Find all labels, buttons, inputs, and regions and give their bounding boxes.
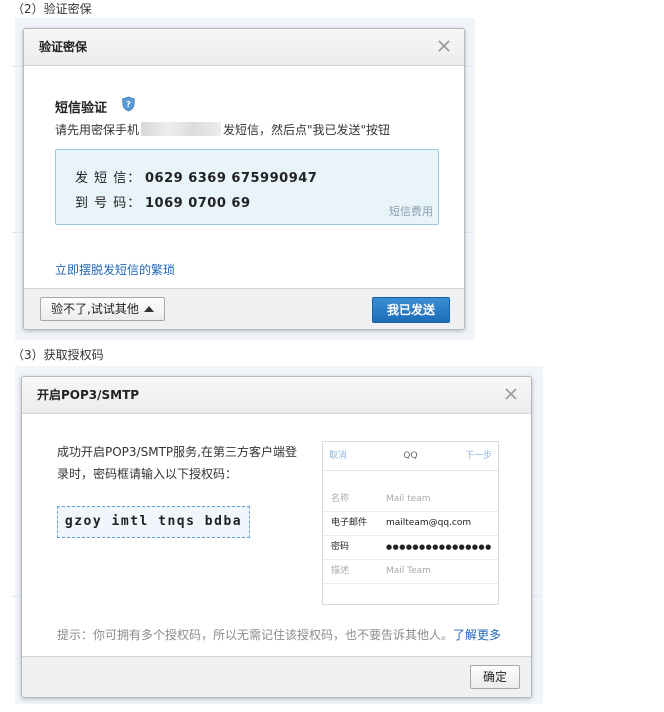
try-other-button[interactable]: 验不了,试试其他	[40, 297, 165, 321]
row-value: ●●●●●●●●●●●●●●●●	[386, 543, 492, 551]
send-sms-label: 发 短 信：	[75, 171, 142, 186]
phone-mockup: 取消 QQ 下一步 名称 Mail team 电子邮件 mailteam@qq.…	[322, 441, 499, 605]
enable-pop3-smtp-dialog: 开启POP3/SMTP 成功开启POP3/SMTP服务,在第三方客户端登录时，密…	[21, 376, 532, 698]
row-label: 密码	[331, 542, 350, 552]
step-3-label: （3）获取授权码	[12, 348, 104, 362]
row-label: 名称	[331, 494, 350, 504]
auth-description: 成功开启POP3/SMTP服务,在第三方客户端登录时，密码框请输入以下授权码：	[57, 445, 297, 481]
sms-fee-link[interactable]: 短信费用	[389, 203, 433, 219]
sms-verification-heading: 短信验证	[55, 101, 108, 116]
to-number-value: 1069 0700 69	[145, 196, 251, 211]
dialog-title: 开启POP3/SMTP	[37, 388, 140, 402]
learn-more-link[interactable]: 了解更多	[453, 628, 501, 642]
shield-icon: ?	[122, 96, 135, 112]
phone-row-password: 密码 ●●●●●●●●●●●●●●●●	[323, 535, 498, 560]
dialog-footer: 确定	[22, 656, 531, 697]
row-value: mailteam@qq.com	[386, 518, 472, 528]
row-label: 电子邮件	[331, 518, 368, 528]
confirm-button[interactable]: 确定	[470, 665, 520, 689]
instruction-prefix: 请先用密保手机	[55, 123, 140, 137]
phone-row-name: 名称 Mail team	[323, 487, 498, 512]
row-value: Mail team	[386, 494, 431, 504]
sms-instruction: 请先用密保手机 发短信，然后点"我已发送"按钮	[55, 121, 390, 138]
to-number-label: 到 号 码：	[75, 196, 142, 211]
auth-tip: 提示：你可拥有多个授权码，所以无需记住该授权码，也不要告诉其他人。了解更多	[57, 626, 501, 643]
tip-text: 提示：你可拥有多个授权码，所以无需记住该授权码，也不要告诉其他人。	[57, 628, 454, 642]
phone-row-email: 电子邮件 mailteam@qq.com	[323, 511, 498, 536]
send-sms-value: 0629 6369 675990947	[145, 171, 318, 186]
try-other-label: 验不了,试试其他	[51, 302, 139, 316]
close-icon[interactable]	[502, 385, 520, 403]
row-label: 描述	[331, 566, 350, 576]
svg-text:?: ?	[126, 100, 131, 109]
sms-info-box: 发 短 信： 0629 6369 675990947 到 号 码： 1069 070…	[55, 149, 439, 225]
phone-row-description: 描述 Mail Team	[323, 559, 498, 584]
dialog-header: 验证密保	[24, 29, 464, 66]
step-2-label: （2）验证密保	[12, 2, 92, 16]
row-value: Mail Team	[386, 566, 431, 576]
close-icon[interactable]	[435, 37, 453, 55]
phone-nav-bar: 取消 QQ 下一步	[323, 442, 498, 471]
phone-next: 下一步	[464, 451, 492, 461]
caret-up-icon	[143, 306, 154, 312]
dialog-header: 开启POP3/SMTP	[22, 377, 531, 414]
to-number-line: 到 号 码： 1069 0700 69	[75, 192, 251, 211]
send-sms-line: 发 短 信： 0629 6369 675990947	[75, 167, 317, 186]
redacted-phone	[141, 122, 222, 136]
auth-code: gzoy imtl tnqs bdba	[57, 506, 250, 538]
sent-button[interactable]: 我已发送	[372, 297, 450, 323]
dialog-title: 验证密保	[39, 40, 88, 54]
dialog-footer: 验不了,试试其他 我已发送	[24, 288, 464, 329]
instruction-suffix: 发短信，然后点"我已发送"按钮	[223, 123, 391, 137]
verify-security-dialog: 验证密保 短信验证 ? 请先用密保手机 发短信，然后点"我已发送"按钮 发 短 信…	[23, 28, 465, 330]
escape-sms-link[interactable]: 立即摆脱发短信的繁琐	[55, 261, 175, 278]
